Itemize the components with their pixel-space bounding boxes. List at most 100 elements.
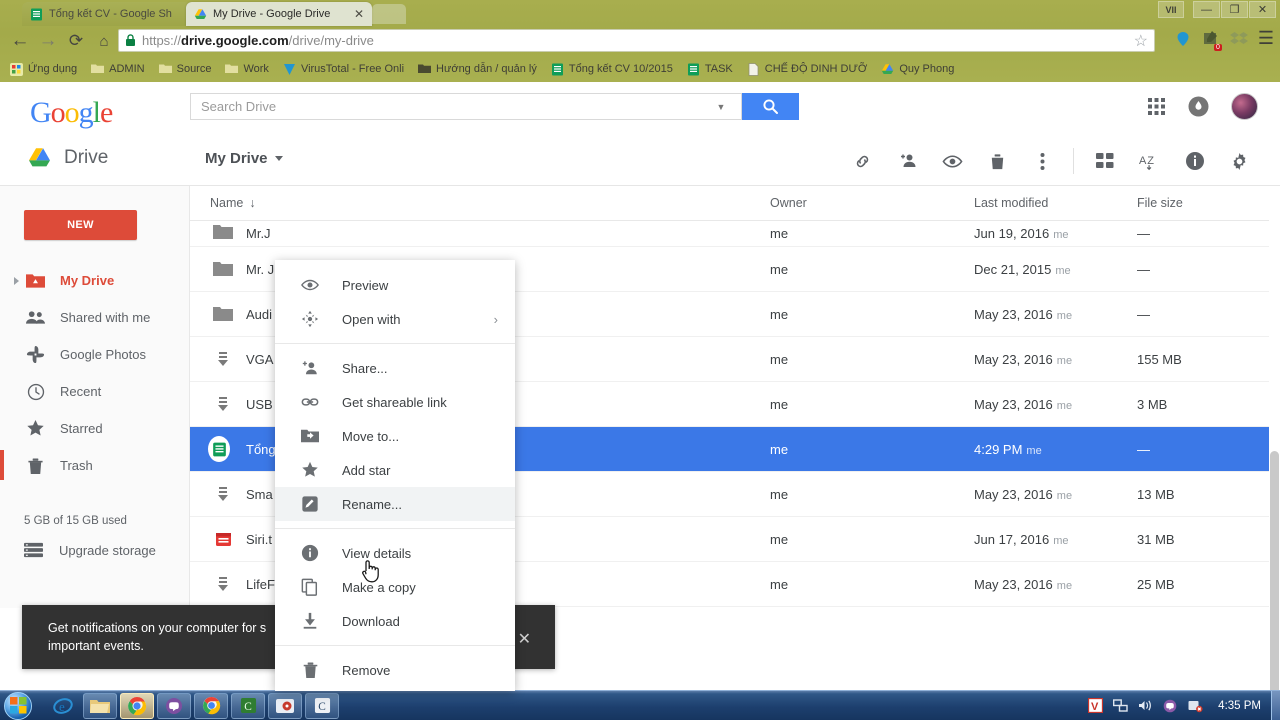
taskbar-app-green[interactable]: C <box>231 692 265 719</box>
context-menu-item-download[interactable]: Download <box>275 604 515 638</box>
chevron-down-icon[interactable]: ▼ <box>711 102 731 112</box>
avatar[interactable] <box>1231 93 1258 120</box>
taskbar-internet-explorer[interactable]: e <box>46 693 80 719</box>
bookmark-item-1[interactable]: ADMIN <box>91 63 145 76</box>
context-menu-item-remove[interactable]: Remove <box>275 653 515 687</box>
context-menu-item-move-to[interactable]: Move to... <box>275 419 515 453</box>
chevron-down-icon[interactable] <box>274 156 283 161</box>
address-bar[interactable]: https://drive.google.com/drive/my-drive … <box>118 29 1155 52</box>
reload-icon[interactable]: ⟳ <box>62 27 90 55</box>
context-menu-item-get-shareable-link[interactable]: Get shareable link <box>275 385 515 419</box>
drive-toolbar-actions: AZ <box>840 144 1262 178</box>
volume-tray-icon[interactable] <box>1137 698 1153 714</box>
sidebar: NEW My Drive Shared with me Google Photo… <box>0 186 190 608</box>
file-owner: me <box>770 576 789 592</box>
taskbar-clock[interactable]: 4:35 PM <box>1212 700 1261 712</box>
taskbar-viber-window[interactable] <box>157 692 191 719</box>
bookmark-item-3[interactable]: Work <box>225 63 269 76</box>
home-icon[interactable]: ⌂ <box>90 27 118 55</box>
column-header-size[interactable]: File size <box>1137 196 1183 210</box>
bookmark-label: VirusTotal - Free Onli <box>300 63 405 75</box>
maximize-button[interactable]: ❐ <box>1221 1 1248 18</box>
apps-grid-icon[interactable] <box>1147 97 1166 116</box>
taskbar-app-c[interactable]: C <box>305 692 339 719</box>
close-button[interactable]: ✕ <box>1249 1 1276 18</box>
sidebar-item-shared-with-me[interactable]: Shared with me <box>0 299 190 336</box>
browser-tab-1[interactable]: My Drive - Google Drive ✕ <box>186 2 372 26</box>
drive-brand[interactable]: Drive <box>26 146 108 170</box>
translate-extension-icon[interactable] <box>1174 30 1192 48</box>
bookmark-star-icon[interactable]: ☆ <box>1134 31 1148 51</box>
bell-icon[interactable] <box>1188 96 1209 117</box>
notes-extension-icon[interactable]: 0 <box>1202 30 1222 51</box>
settings-button[interactable] <box>1217 144 1262 178</box>
bookmark-item-4[interactable]: VirusTotal - Free Onli <box>283 63 404 76</box>
context-menu-item-add-star[interactable]: Add star <box>275 453 515 487</box>
dropbox-extension-icon[interactable] <box>1229 31 1248 47</box>
toolbar-divider <box>1073 148 1074 174</box>
column-header-modified[interactable]: Last modified <box>974 196 1048 210</box>
details-button[interactable] <box>1172 144 1217 178</box>
more-actions-button[interactable] <box>1020 144 1065 178</box>
context-menu-item-open-with[interactable]: Open with › <box>275 302 515 336</box>
show-desktop-button[interactable] <box>1271 690 1280 720</box>
bookmark-item-5[interactable]: Hướng dẫn / quản lý <box>418 63 537 76</box>
table-row[interactable]: Mr.J me Jun 19, 2016 me — <box>190 221 1280 247</box>
breadcrumb[interactable]: My Drive <box>205 150 283 167</box>
file-size: 3 MB <box>1137 396 1168 412</box>
share-button[interactable] <box>885 144 930 178</box>
context-menu-label: Get shareable link <box>342 394 447 410</box>
bookmark-item-8[interactable]: CHẾ ĐỘ DINH DƯỠ <box>747 62 867 76</box>
context-menu-item-make-a-copy[interactable]: Make a copy <box>275 570 515 604</box>
windows-orb-icon[interactable] <box>4 691 32 720</box>
folder-icon <box>158 63 172 76</box>
bookmark-item-7[interactable]: TASK <box>687 63 733 76</box>
search-drive-box[interactable]: ▼ <box>190 93 742 120</box>
taskbar-chrome-window[interactable] <box>120 692 154 719</box>
chrome-menu-icon[interactable]: ☰ <box>1258 28 1274 49</box>
sidebar-item-trash[interactable]: Trash <box>0 447 190 484</box>
bookmark-item-0[interactable]: Ứng dụng <box>10 62 77 76</box>
column-header-owner[interactable]: Owner <box>770 196 807 210</box>
column-header-name[interactable]: Name ↓ <box>210 196 256 210</box>
bookmark-item-9[interactable]: Quy Phong <box>881 63 954 76</box>
context-menu-item-preview[interactable]: Preview <box>275 268 515 302</box>
sidebar-item-starred[interactable]: Starred <box>0 410 190 447</box>
remove-button[interactable] <box>975 144 1020 178</box>
sidebar-item-my-drive[interactable]: My Drive <box>0 262 190 299</box>
close-icon[interactable]: ✕ <box>350 8 364 20</box>
folder-dark-icon <box>418 63 432 76</box>
file-name: Mr. J <box>246 261 275 277</box>
search-input[interactable] <box>191 94 711 119</box>
taskbar-file-explorer[interactable] <box>83 692 117 719</box>
removable-device-tray-icon[interactable] <box>1187 698 1203 714</box>
viber-tray-icon[interactable] <box>1162 698 1178 714</box>
sidebar-item-google-photos[interactable]: Google Photos <box>0 336 190 373</box>
bookmark-item-6[interactable]: Tổng kết CV 10/2015 <box>551 63 673 76</box>
new-tab-button[interactable] <box>372 4 406 24</box>
upgrade-storage-button[interactable]: Upgrade storage <box>24 542 156 558</box>
network-tray-icon[interactable] <box>1112 698 1128 714</box>
minimize-button[interactable]: — <box>1193 1 1220 18</box>
new-button[interactable]: NEW <box>24 210 137 240</box>
context-menu-item-rename[interactable]: Rename... <box>275 487 515 521</box>
scrollbar-thumb[interactable] <box>1270 451 1279 720</box>
context-menu-item-view-details[interactable]: View details <box>275 536 515 570</box>
bookmark-item-2[interactable]: Source <box>158 63 211 76</box>
sidebar-item-recent[interactable]: Recent <box>0 373 190 410</box>
search-button[interactable] <box>742 93 799 120</box>
preview-button[interactable] <box>930 144 975 178</box>
sort-button[interactable]: AZ <box>1127 144 1172 178</box>
antivirus-tray-icon[interactable]: V <box>1087 698 1103 714</box>
close-icon[interactable]: ✕ <box>518 629 531 649</box>
taskbar-app-media[interactable] <box>268 692 302 719</box>
context-menu-item-share[interactable]: Share... <box>275 351 515 385</box>
get-link-button[interactable] <box>840 144 885 178</box>
taskbar-chrome-window-2[interactable] <box>194 692 228 719</box>
chevron-right-icon[interactable] <box>14 276 19 285</box>
back-icon[interactable]: ← <box>6 27 34 55</box>
grid-view-button[interactable] <box>1082 144 1127 178</box>
vertical-scrollbar[interactable] <box>1269 186 1280 720</box>
forward-icon[interactable]: → <box>34 27 62 55</box>
trash-icon <box>26 456 45 475</box>
